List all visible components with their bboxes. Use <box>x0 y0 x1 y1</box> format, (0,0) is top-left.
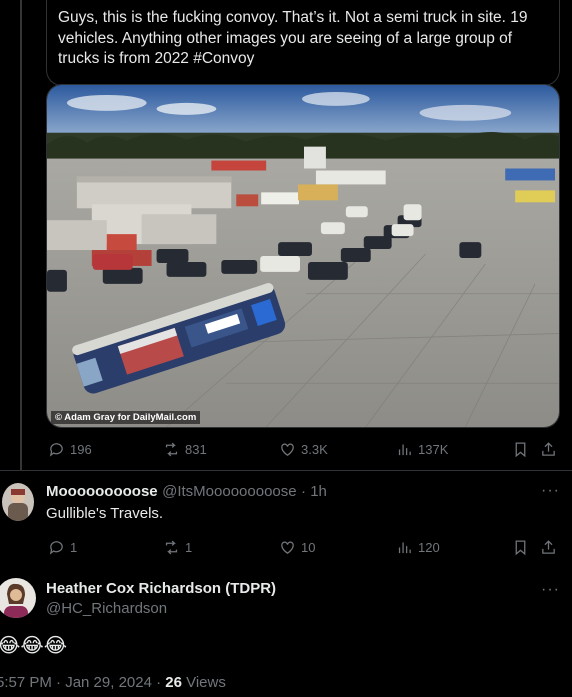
retweet-button[interactable]: 831 <box>163 441 207 458</box>
reply-avatar[interactable] <box>2 483 34 521</box>
reply-author-handle[interactable]: @ItsMooooooooose <box>162 483 296 500</box>
like-button[interactable]: 10 <box>279 539 315 556</box>
quoted-tweet-text: Guys, this is the fucking convoy. That’s… <box>58 9 528 67</box>
views-count: 137K <box>418 441 449 457</box>
views-count: 120 <box>418 539 440 555</box>
retweet-button[interactable]: 1 <box>163 539 192 556</box>
main-author-handle[interactable]: @HC_Richardson <box>46 600 167 617</box>
views-button[interactable]: 137K <box>396 441 448 458</box>
share-icon <box>542 441 555 456</box>
main-avatar-image <box>0 578 36 618</box>
main-more-button[interactable]: ··· <box>541 581 560 599</box>
views-icon <box>398 542 411 553</box>
reply-icon <box>49 540 63 555</box>
reply-count: 196 <box>70 441 92 457</box>
bookmark-button[interactable] <box>512 441 529 458</box>
reply-button[interactable]: 196 <box>48 441 92 458</box>
reply-header: Mooooooooose @ItsMooooooooose · 1h <box>46 483 327 501</box>
retweet-count: 831 <box>185 441 207 457</box>
like-button[interactable]: 3.3K <box>279 441 328 458</box>
more-icon: ··· <box>541 581 560 598</box>
reply-avatar-image <box>2 483 34 521</box>
views-count: 26 <box>165 674 182 691</box>
reply-text: Gullible's Travels. <box>46 505 164 522</box>
retweet-icon <box>165 540 178 554</box>
main-tweet-text: 😂😂😂 <box>0 633 68 657</box>
reply-icon <box>49 442 63 457</box>
like-icon <box>281 443 294 456</box>
more-icon: ··· <box>541 482 560 499</box>
views-button[interactable]: 120 <box>396 539 440 556</box>
divider <box>0 470 572 471</box>
bookmark-icon <box>515 441 526 457</box>
reply-time[interactable]: · 1h <box>301 483 327 500</box>
quoted-tweet-actions: 196 831 3.3K 137K <box>46 438 560 460</box>
thread-line <box>20 0 22 470</box>
retweet-count: 1 <box>185 539 193 555</box>
tweet-photo[interactable]: © Adam Gray for DailyMail.com <box>46 84 560 428</box>
like-icon <box>281 541 294 554</box>
share-icon <box>542 539 555 554</box>
reply-count: 1 <box>70 539 78 555</box>
like-count: 10 <box>301 539 316 555</box>
main-tweet-meta: 5:57 PM · Jan 29, 2024 · 26 Views <box>0 674 226 691</box>
bookmark-button[interactable] <box>512 539 529 556</box>
timestamp[interactable]: 5:57 PM · Jan 29, 2024 · <box>0 674 165 691</box>
main-avatar[interactable] <box>0 578 36 618</box>
share-button[interactable] <box>540 539 557 556</box>
reply-actions: 1 1 10 120 <box>46 536 560 558</box>
like-count: 3.3K <box>301 441 328 457</box>
reply-more-button[interactable]: ··· <box>541 482 560 500</box>
reply-button[interactable]: 1 <box>48 539 77 556</box>
bookmark-icon <box>515 539 526 555</box>
reply-author-name[interactable]: Mooooooooose <box>46 483 158 500</box>
main-author-name[interactable]: Heather Cox Richardson (TDPR) <box>46 580 276 597</box>
share-button[interactable] <box>540 441 557 458</box>
retweet-icon <box>165 442 178 456</box>
photo-credit: © Adam Gray for DailyMail.com <box>51 411 201 424</box>
views-icon <box>398 444 411 455</box>
views-label: Views <box>181 674 226 691</box>
convoy-aerial-image <box>47 85 559 427</box>
